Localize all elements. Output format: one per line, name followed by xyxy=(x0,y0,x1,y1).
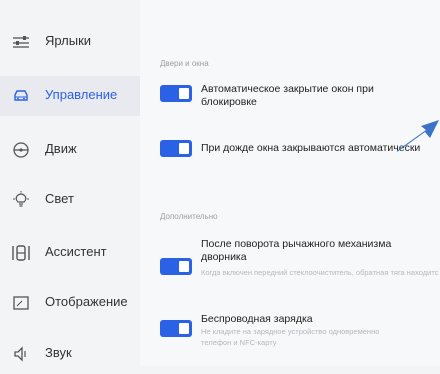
sidebar-item-label: Управление xyxy=(45,87,118,102)
sidebar-item-label: Ярлыки xyxy=(45,33,92,48)
sidebar-item-controls[interactable]: Управление xyxy=(0,76,140,116)
auto-close-windows-toggle[interactable] xyxy=(160,85,192,102)
sidebar-item-label: Движ xyxy=(45,141,77,156)
sidebar-item-label: Ассистент xyxy=(45,244,107,259)
setting-description: Когда включен передний стеклоочиститель,… xyxy=(201,268,439,277)
toggle-knob xyxy=(179,261,189,272)
settings-panel: Двери и окна Автоматическое закрытие око… xyxy=(140,0,440,366)
speaker-icon xyxy=(10,343,32,365)
light-bulb-icon xyxy=(10,189,32,211)
sidebar-item-light[interactable]: Свет xyxy=(0,180,140,220)
car-icon xyxy=(10,85,32,107)
sidebar-item-assistant[interactable]: Ассистент xyxy=(0,233,140,273)
annotation-arrow-icon xyxy=(397,120,439,152)
sidebar: Ярлыки Управление Движ Свет Ассистент От… xyxy=(0,0,140,366)
sidebar-item-sound[interactable]: Звук xyxy=(0,334,140,374)
sidebar-item-display[interactable]: Отображение xyxy=(0,283,140,323)
sidebar-item-label: Звук xyxy=(45,345,72,360)
section-header-doors-windows: Двери и окна xyxy=(160,59,209,68)
wireless-charging-toggle[interactable] xyxy=(160,320,192,337)
sidebar-item-shortcuts[interactable]: Ярлыки xyxy=(0,22,140,62)
toggle-knob xyxy=(179,88,189,99)
section-header-additional: Дополнительно xyxy=(160,212,218,221)
seat-icon xyxy=(10,242,32,264)
setting-description: Не кладите на зарядное устройство одновр… xyxy=(201,327,380,347)
sliders-icon xyxy=(10,31,32,53)
toggle-knob xyxy=(179,143,189,154)
setting-title: После поворота рычажного механизма дворн… xyxy=(201,238,392,263)
sidebar-item-drive[interactable]: Движ xyxy=(0,130,140,170)
setting-title: Автоматическое закрытие окон при блокиро… xyxy=(201,83,374,108)
display-icon xyxy=(10,292,32,314)
sidebar-item-label: Свет xyxy=(45,191,74,206)
sidebar-item-label: Отображение xyxy=(45,294,128,309)
setting-title: Беспроводная зарядка xyxy=(201,313,313,325)
toggle-knob xyxy=(179,323,189,334)
steering-wheel-icon xyxy=(10,139,32,161)
rain-close-windows-toggle[interactable] xyxy=(160,140,192,157)
wiper-lever-toggle[interactable] xyxy=(160,258,192,275)
